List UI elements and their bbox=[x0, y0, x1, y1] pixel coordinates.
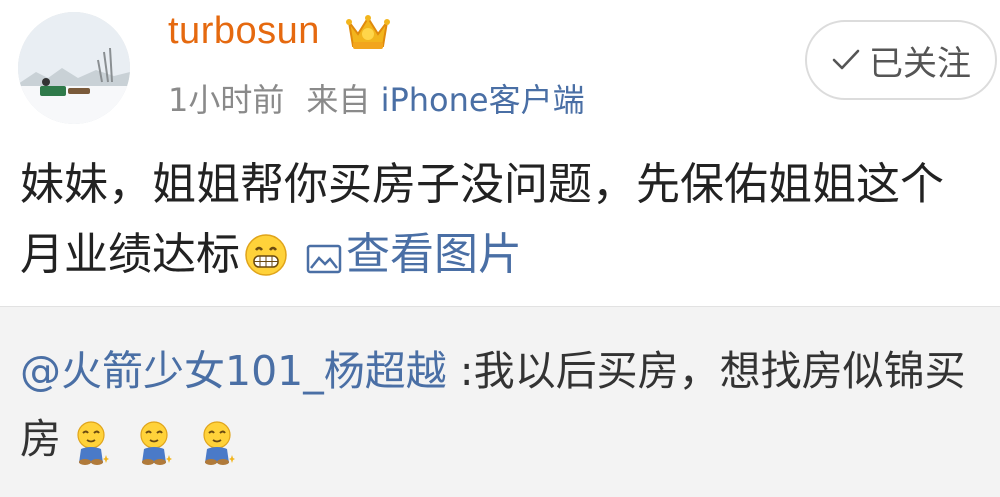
grin-emoji-icon bbox=[245, 234, 287, 276]
crown-vip-icon bbox=[346, 15, 390, 49]
post-meta: 1小时前 来自 iPhone客户端 bbox=[168, 75, 585, 121]
pray-emoji-icon bbox=[203, 421, 236, 465]
mention-link[interactable]: @火箭少女101_杨超越 bbox=[20, 347, 447, 395]
emoji-row bbox=[73, 417, 249, 485]
post-time: 1小时前 bbox=[168, 81, 285, 119]
source-client-link[interactable]: iPhone客户端 bbox=[381, 81, 585, 119]
post-body: 妹妹，姐姐帮你买房子没问题，先保佑姐姐这个月业绩达标 查看图片 bbox=[20, 150, 980, 290]
view-image-label: 查看图片 bbox=[346, 229, 522, 280]
follow-button[interactable]: 已关注 bbox=[805, 20, 997, 100]
reposted-content[interactable]: @火箭少女101_杨超越 :我以后买房，想找房似锦买房 bbox=[0, 306, 1000, 497]
repost-body: @火箭少女101_杨超越 :我以后买房，想找房似锦买房 bbox=[20, 337, 985, 485]
pray-emoji-icon bbox=[140, 421, 173, 465]
view-image-link[interactable]: 查看图片 bbox=[306, 229, 522, 280]
image-icon bbox=[306, 244, 342, 274]
pray-emoji-icon bbox=[77, 421, 109, 465]
check-icon bbox=[832, 49, 860, 70]
follow-label: 已关注 bbox=[869, 43, 971, 84]
weibo-post: turbosun 1小时前 来自 iPhone客户端 已关注 妹妹，姐姐帮你买房子… bbox=[0, 0, 1000, 306]
source-prefix: 来自 bbox=[306, 81, 371, 119]
user-avatar[interactable] bbox=[18, 12, 130, 124]
username[interactable]: turbosun bbox=[168, 10, 320, 53]
